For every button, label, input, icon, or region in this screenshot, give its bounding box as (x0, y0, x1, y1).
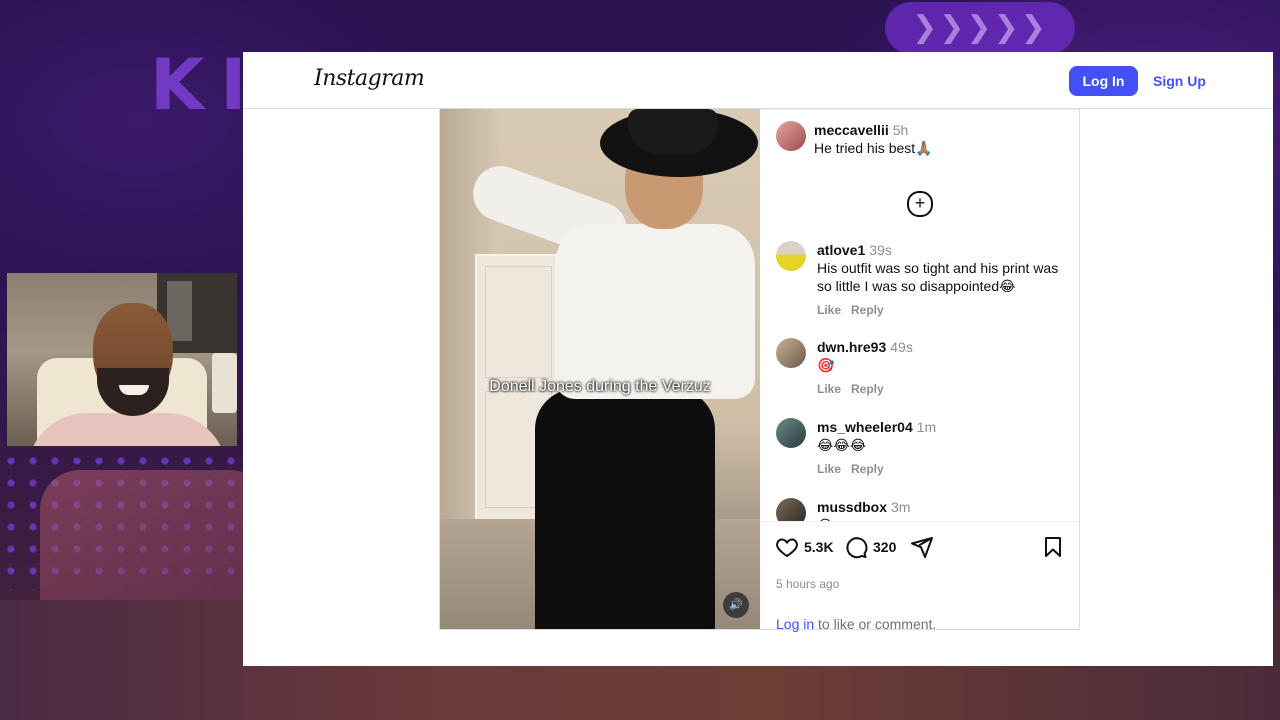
comment-username[interactable]: atlove1 (817, 242, 865, 258)
signup-link[interactable]: Sign Up (1153, 73, 1206, 89)
avatar[interactable] (776, 241, 806, 271)
post-footer: 5.3K 320 5 hours ago Log in to like or c… (760, 521, 1079, 632)
reply-button[interactable]: Reply (851, 462, 884, 476)
chevrons-graphic: ❯❯❯❯❯ (885, 2, 1075, 54)
comment-time: 3m (891, 499, 911, 515)
comment-body: atlove1 39s His outfit was so tight and h… (817, 241, 1067, 319)
comment-time: 1m (916, 419, 937, 435)
comment-time: 39s (869, 242, 892, 258)
bookmark-icon[interactable] (1041, 535, 1065, 559)
load-more-comments-icon[interactable]: + (907, 191, 933, 217)
post-timestamp: 5 hours ago (776, 577, 840, 591)
webcam-feed (7, 273, 237, 446)
comment-username[interactable]: ms_wheeler04 (817, 419, 913, 435)
comment-body: dwn.hre93 49s 🎯 Like Reply (817, 338, 1067, 398)
instagram-header: Instagram Log In Sign Up (243, 52, 1273, 109)
comment-text: He tried his best🙏🏽 (814, 140, 933, 156)
video-caption: Donell Jones during the Verzuz (489, 378, 711, 395)
instagram-logo[interactable]: Instagram (314, 66, 425, 91)
comment-icon[interactable] (844, 535, 868, 559)
like-comment-button[interactable]: Like (817, 303, 841, 317)
reply-button[interactable]: Reply (851, 382, 884, 396)
comment-text: His outfit was so tight and his print wa… (817, 260, 1059, 294)
post-card: Donell Jones during the Verzuz 🔊 meccave… (439, 109, 1080, 632)
video-person-shirt (555, 224, 755, 399)
login-link[interactable]: Log in (776, 616, 814, 632)
reply-button[interactable]: Reply (851, 303, 884, 317)
comment-time: 5h (892, 122, 909, 138)
comment-text: 😂😂😂 (817, 437, 867, 453)
comment-time: 49s (890, 339, 913, 355)
comment-username[interactable]: dwn.hre93 (817, 339, 886, 355)
share-icon[interactable] (910, 535, 934, 559)
post-actions: 5.3K 320 (775, 535, 1065, 561)
comment-body: ms_wheeler04 1m 😂😂😂 Like Reply (817, 418, 1067, 478)
like-comment-button[interactable]: Like (817, 382, 841, 396)
login-button[interactable]: Log In (1069, 66, 1138, 96)
post-video[interactable]: Donell Jones during the Verzuz 🔊 (440, 109, 760, 629)
speaker-icon[interactable]: 🔊 (723, 592, 749, 618)
avatar[interactable] (776, 498, 806, 522)
like-comment-button[interactable]: Like (817, 462, 841, 476)
comment-actions: Like Reply (817, 380, 1067, 398)
like-count: 5.3K (804, 539, 834, 555)
comment-body: meccavellii 5h He tried his best🙏🏽 (814, 121, 1064, 157)
browser-window: Instagram Log In Sign Up Donell Jones du… (243, 52, 1273, 666)
comment-username[interactable]: mussdbox (817, 499, 887, 515)
login-prompt: Log in to like or comment. (776, 616, 936, 632)
avatar[interactable] (776, 338, 806, 368)
heart-icon[interactable] (775, 535, 799, 559)
comment-username[interactable]: meccavellii (814, 122, 889, 138)
door-panel (485, 266, 552, 378)
comment-actions: Like Reply (817, 301, 1067, 319)
video-person-pants (535, 389, 715, 629)
comment-body: mussdbox3m 😂 (817, 498, 1067, 522)
webcam-lamp (212, 353, 237, 413)
avatar[interactable] (776, 121, 806, 151)
avatar[interactable] (776, 418, 806, 448)
comment-actions: Like Reply (817, 460, 1067, 478)
post-side-panel: meccavellii 5h He tried his best🙏🏽 + atlo… (760, 109, 1079, 632)
video-person-hat-crown (628, 109, 718, 154)
comments-list[interactable]: meccavellii 5h He tried his best🙏🏽 + atlo… (760, 109, 1079, 522)
login-prompt-text: to like or comment. (814, 616, 937, 632)
comment-count: 320 (873, 539, 897, 555)
comment-text: 🎯 (817, 357, 835, 373)
